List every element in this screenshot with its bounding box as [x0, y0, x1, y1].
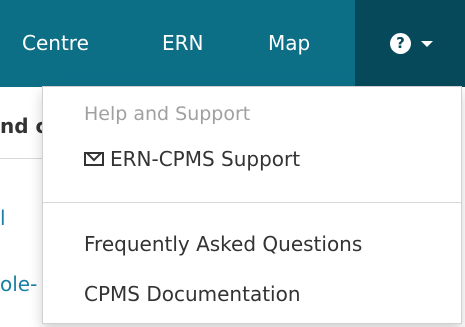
menu-item-label: CPMS Documentation [84, 282, 301, 306]
menu-item-faq[interactable]: Frequently Asked Questions [84, 232, 362, 256]
dropdown-header: Help and Support [84, 103, 251, 125]
page-heading-fragment: nd c [0, 114, 48, 138]
menu-item-ern-cpms-support[interactable]: ERN-CPMS Support [84, 147, 300, 171]
menu-item-label: ERN-CPMS Support [110, 147, 301, 171]
dropdown-divider [43, 202, 461, 203]
menu-item-cpms-documentation[interactable]: CPMS Documentation [84, 282, 301, 306]
nav-item-ern[interactable]: ERN [162, 0, 204, 87]
top-navbar: Centre ERN Map ? [0, 0, 465, 87]
question-circle-icon[interactable]: ? [390, 33, 411, 54]
nav-item-map[interactable]: Map [268, 0, 310, 87]
help-dropdown-menu: Help and Support ERN-CPMS Support Freque… [42, 86, 462, 324]
background-link-fragment[interactable]: ole- [0, 272, 37, 296]
menu-item-label: Frequently Asked Questions [84, 232, 363, 256]
caret-down-icon[interactable] [421, 41, 433, 47]
background-link-fragment[interactable]: l [0, 206, 6, 230]
background-divider [0, 158, 46, 159]
nav-item-centre[interactable]: Centre [22, 0, 89, 87]
envelope-icon [84, 152, 104, 166]
